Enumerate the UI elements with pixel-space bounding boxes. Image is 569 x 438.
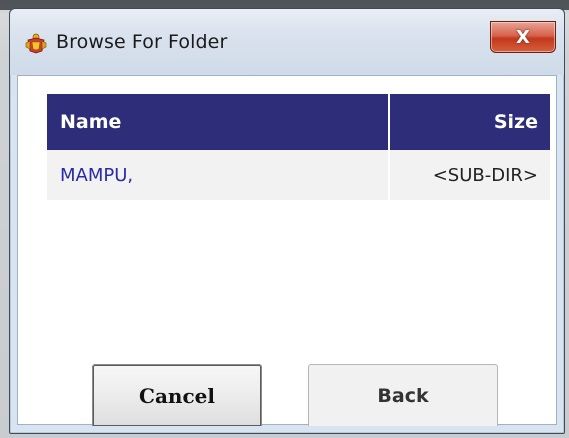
browse-folder-dialog: Browse For Folder X Name Size MAMPU, <SU…	[9, 8, 565, 434]
close-icon: X	[516, 26, 530, 48]
window-title: Browse For Folder	[56, 31, 228, 53]
cancel-button[interactable]: Cancel	[92, 364, 262, 426]
column-header-name[interactable]: Name	[47, 94, 390, 150]
dialog-content: Name Size MAMPU, <SUB-DIR> Cancel Back	[17, 75, 557, 426]
malaysia-crest-icon	[25, 33, 47, 54]
close-button[interactable]: X	[490, 21, 556, 53]
folder-size: <SUB-DIR>	[389, 150, 550, 200]
table-header-row: Name Size	[47, 94, 550, 150]
table-row[interactable]: MAMPU, <SUB-DIR>	[47, 150, 550, 200]
title-bar[interactable]: Browse For Folder X	[10, 9, 564, 75]
back-button[interactable]: Back	[308, 364, 498, 426]
column-header-size[interactable]: Size	[389, 94, 550, 150]
folder-name-link[interactable]: MAMPU,	[47, 150, 390, 200]
folder-table: Name Size MAMPU, <SUB-DIR>	[47, 94, 550, 200]
